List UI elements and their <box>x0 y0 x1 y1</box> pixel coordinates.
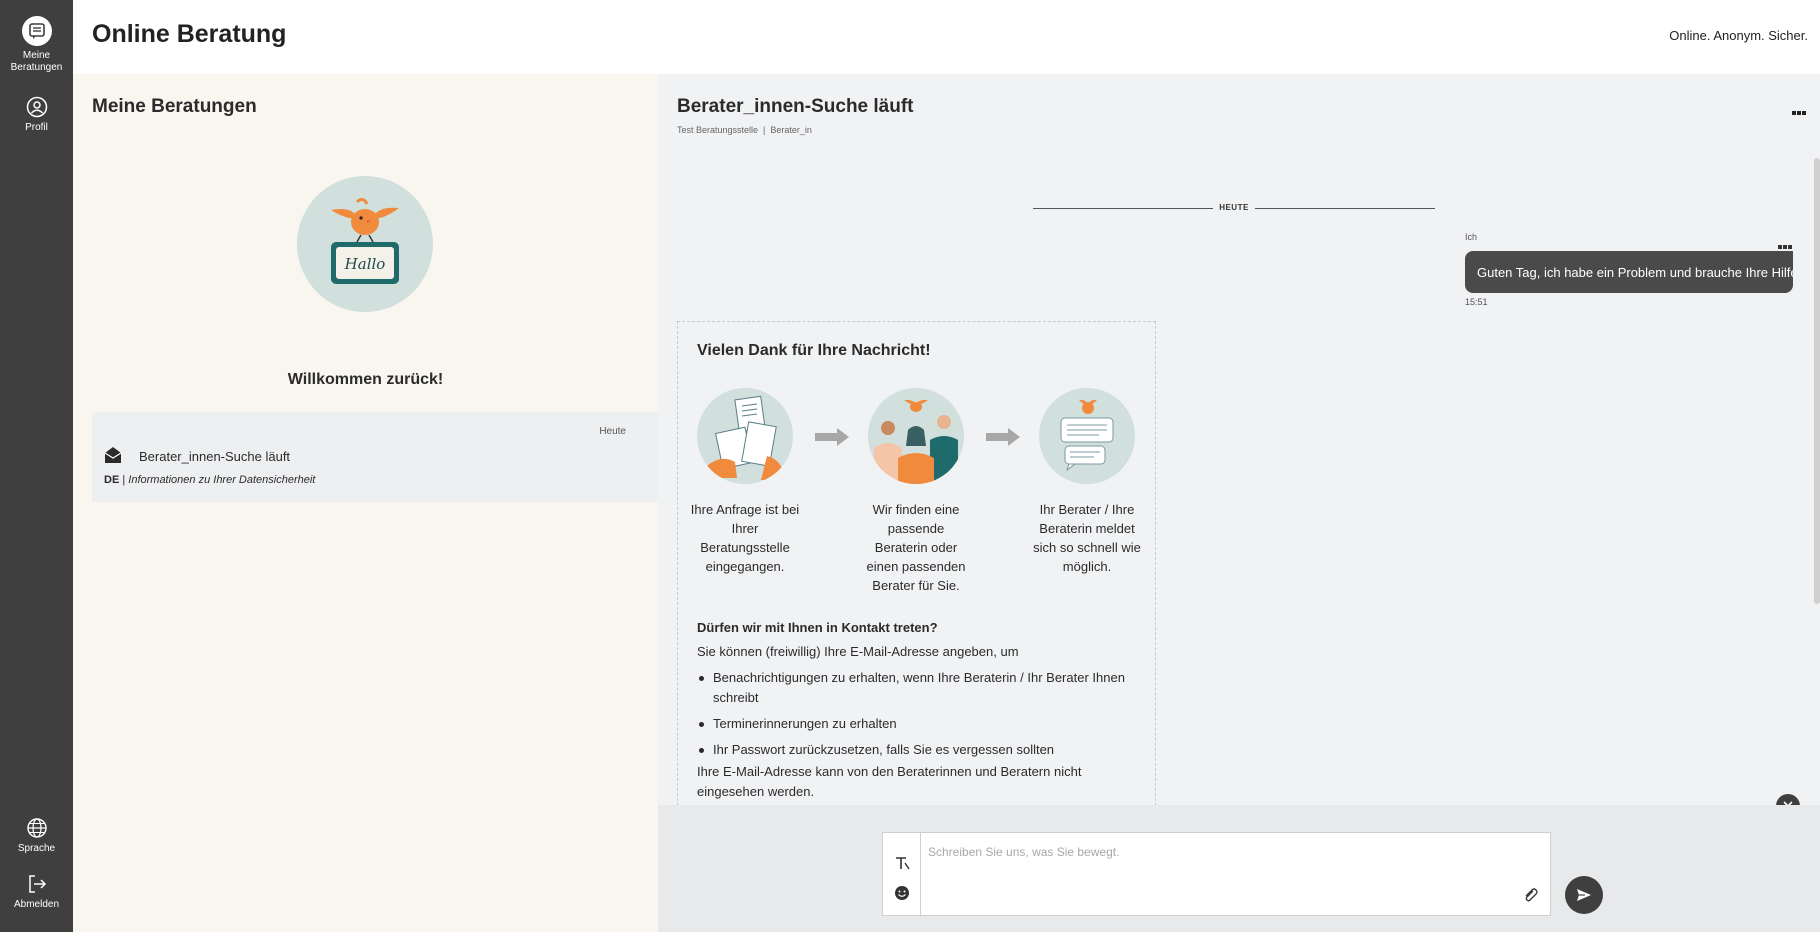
day-divider: HEUTE <box>1033 202 1435 214</box>
composer-area <box>658 805 1820 932</box>
info-title: Vielen Dank für Ihre Nachricht! <box>697 342 931 359</box>
message-author: Ich <box>1465 232 1478 242</box>
envelope-open-icon <box>104 447 122 463</box>
nav-label: Abmelden <box>13 899 60 910</box>
welcome-illustration: Hallo <box>297 176 433 312</box>
step-illustration-team <box>868 388 964 484</box>
list-item: Ihr Passwort zurückzusetzen, falls Sie e… <box>697 740 1137 760</box>
emoji-icon[interactable] <box>894 885 910 901</box>
session-language: DE <box>104 474 120 486</box>
nav-item-abmelden[interactable]: Abmelden <box>0 873 73 911</box>
session-list-title: Meine Beratungen <box>92 96 257 117</box>
step-text-1: Ihre Anfrage ist bei Ihrer Beratungsstel… <box>690 502 800 574</box>
arrow-right-icon <box>986 428 1020 446</box>
list-item: Benachrichtigungen zu erhalten, wenn Ihr… <box>697 668 1137 708</box>
chat-panel: Berater_innen-Suche läuft Test Beratungs… <box>658 74 1820 932</box>
session-list-item[interactable]: Heute Berater_innen-Suche läuft DE | Inf… <box>92 412 658 502</box>
chat-subtitle: Test Beratungsstelle | Berater_in <box>677 125 812 135</box>
send-icon <box>1577 889 1591 901</box>
send-button[interactable] <box>1565 876 1603 914</box>
arrow-right-icon <box>815 428 849 446</box>
chat-title: Berater_innen-Suche läuft <box>677 96 914 117</box>
list-item: Terminerinnerungen zu erhalten <box>697 714 1137 734</box>
contact-benefits-list: Benachrichtigungen zu erhalten, wenn Ihr… <box>697 668 1137 766</box>
session-date: Heute <box>599 426 626 437</box>
app-header: Online Beratung Online. Anonym. Sicher. <box>73 0 1820 74</box>
nav-label: Sprache <box>17 843 56 854</box>
more-options-icon[interactable] <box>1792 102 1808 115</box>
nav-item-meine-beratungen[interactable]: Meine Beratungen <box>0 16 73 74</box>
nav-label: Meine Beratungen <box>10 50 63 73</box>
main-navigation: Meine Beratungen Profil Sprache Abmelden <box>0 0 73 932</box>
chat-list-icon <box>21 16 52 46</box>
session-preview-text: Informationen zu Ihrer Datensicherheit <box>128 474 316 486</box>
welcome-text: Willkommen zurück! <box>287 371 444 388</box>
contact-intro: Sie können (freiwillig) Ihre E-Mail-Adre… <box>697 644 1019 659</box>
message-composer <box>882 832 1551 916</box>
text-format-icon[interactable] <box>894 855 910 871</box>
attachment-icon[interactable] <box>1522 887 1538 903</box>
logout-icon <box>28 875 46 893</box>
nav-item-sprache[interactable]: Sprache <box>0 817 73 855</box>
globe-icon <box>26 818 47 838</box>
message-input[interactable] <box>921 833 1521 915</box>
chat-agency: Test Beratungsstelle <box>677 125 759 135</box>
message-time: 15:51 <box>1465 297 1488 307</box>
step-illustration-messages <box>1039 388 1135 484</box>
contact-footnote: Ihre E-Mail-Adresse kann von den Berater… <box>697 764 1082 799</box>
chat-scrollbar[interactable] <box>1814 158 1820 604</box>
composer-toolbar <box>883 833 921 915</box>
session-preview: DE | Informationen zu Ihrer Datensicherh… <box>104 474 316 486</box>
nav-item-profil[interactable]: Profil <box>0 96 73 134</box>
step-illustration-request <box>697 388 793 484</box>
step-text-2: Wir finden eine passende Beraterin oder … <box>866 502 966 593</box>
nav-label: Profil <box>25 122 48 133</box>
step-text-3: Ihr Berater / Ihre Beraterin meldet sich… <box>1033 502 1141 574</box>
welcome-info-message: Vielen Dank für Ihre Nachricht! Ihre Anf… <box>677 321 1156 821</box>
session-list-panel: Meine Beratungen Hallo Willkommen zurück… <box>73 74 658 932</box>
user-icon <box>26 96 47 118</box>
session-subject: Berater_innen-Suche läuft <box>139 449 291 464</box>
contact-heading: Dürfen wir mit Ihnen in Kontakt treten? <box>697 620 938 635</box>
message-bubble: Guten Tag, ich habe ein Problem und brau… <box>1465 251 1793 293</box>
app-title: Online Beratung <box>92 20 287 48</box>
header-claim: Online. Anonym. Sicher. <box>1669 28 1808 43</box>
chat-role: Berater_in <box>770 125 812 135</box>
message-options-icon[interactable] <box>1778 236 1794 249</box>
welcome-sign-text: Hallo <box>344 255 386 273</box>
